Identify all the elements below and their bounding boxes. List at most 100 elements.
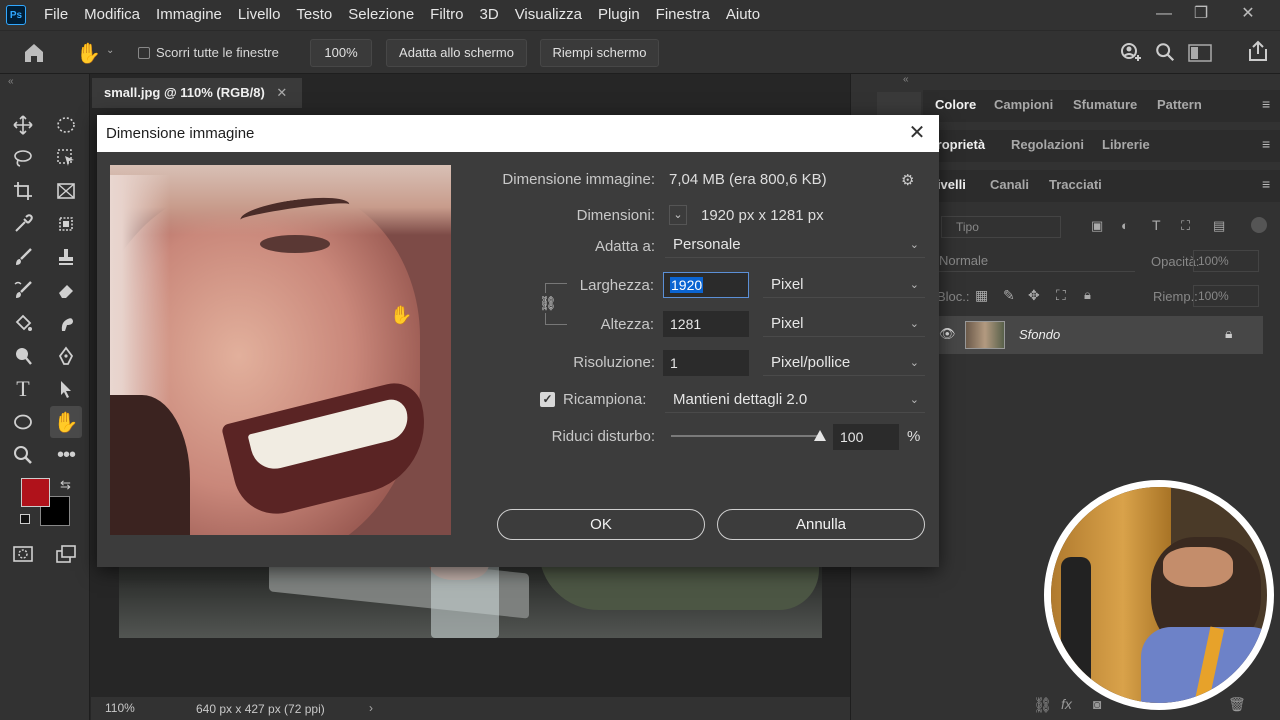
spot-heal-icon[interactable] (53, 211, 79, 237)
share-icon[interactable] (1246, 39, 1270, 63)
eraser-icon[interactable] (53, 277, 79, 303)
zoom-level[interactable]: 110% (105, 701, 135, 715)
more-tools-icon[interactable]: ••• (53, 442, 79, 468)
search-icon[interactable] (1154, 41, 1178, 65)
dodge-icon[interactable] (10, 343, 36, 369)
share-user-icon[interactable] (1118, 41, 1142, 65)
layer-name[interactable]: Sfondo (1019, 327, 1060, 342)
document-tab[interactable]: small.jpg @ 110% (RGB/8) ✕ (92, 78, 302, 108)
layer-filter-select[interactable]: Tipo (941, 216, 1061, 238)
photoshop-logo[interactable]: Ps (6, 5, 26, 25)
panel-menu-icon-2[interactable]: ≡ (1262, 136, 1270, 152)
ellipse-marquee-icon[interactable] (53, 112, 79, 138)
foreground-color-swatch[interactable] (21, 478, 50, 507)
lock-artboard-icon[interactable]: ⛶ (1056, 287, 1066, 304)
filter-smart-icon[interactable]: ▤ (1213, 218, 1225, 234)
swap-colors-icon[interactable]: ⇆ (60, 477, 71, 493)
link-icon[interactable]: ⛓ (539, 293, 557, 313)
path-select-icon[interactable] (53, 376, 79, 402)
ok-button[interactable]: OK (497, 509, 705, 540)
menu-visualizza[interactable]: Visualizza (507, 0, 590, 30)
filter-toggle[interactable] (1251, 217, 1267, 233)
tab-librerie[interactable]: Librerie (1102, 137, 1150, 152)
history-brush-icon[interactable] (10, 277, 36, 303)
menu-testo[interactable]: Testo (288, 0, 340, 30)
zoom-tool-icon[interactable] (10, 442, 36, 468)
crop-icon[interactable] (10, 178, 36, 204)
filter-image-icon[interactable]: ▣ (1091, 218, 1103, 234)
menu-3d[interactable]: 3D (472, 0, 507, 30)
paint-bucket-icon[interactable] (10, 310, 36, 336)
tab-pattern[interactable]: Pattern (1157, 97, 1202, 112)
chevron-right-icon[interactable]: › (369, 701, 373, 715)
panel-menu-icon[interactable]: ≡ (1262, 96, 1270, 112)
noise-input[interactable]: 100 (833, 424, 899, 450)
close-tab-icon[interactable]: ✕ (276, 85, 287, 100)
object-select-icon[interactable] (53, 145, 79, 171)
filter-shape-icon[interactable]: ⛶ (1181, 218, 1190, 234)
menu-finestra[interactable]: Finestra (648, 0, 718, 30)
tab-colore[interactable]: Colore (935, 97, 976, 112)
tab-canali[interactable]: Canali (990, 177, 1029, 192)
link-layers-icon[interactable]: ⛓ (1033, 696, 1052, 714)
default-colors-icon[interactable] (20, 514, 30, 524)
resample-checkbox[interactable]: ✓ (540, 392, 555, 407)
close-window-icon[interactable]: ✕ (1236, 3, 1260, 25)
layer-row[interactable]: 👁︎ Sfondo 🔒︎ (923, 316, 1263, 354)
frame-icon[interactable] (53, 178, 79, 204)
lasso-icon[interactable] (10, 145, 36, 171)
menu-file[interactable]: File (36, 0, 76, 30)
menu-plugin[interactable]: Plugin (590, 0, 648, 30)
layer-lock-icon[interactable]: 🔒︎ (1225, 325, 1232, 342)
lock-pixels-icon[interactable]: ▦ (975, 287, 988, 304)
move-tool-icon[interactable] (10, 112, 36, 138)
fill-screen-button[interactable]: Riempi schermo (540, 39, 659, 67)
lock-all-icon[interactable]: 🔒︎ (1084, 287, 1091, 303)
workspace-icon[interactable] (1188, 43, 1212, 63)
pen-icon[interactable] (53, 343, 79, 369)
panel-menu-icon-3[interactable]: ≡ (1262, 176, 1270, 192)
width-unit-select[interactable]: Pixel ⌄ (763, 274, 925, 298)
screen-mode-icon[interactable] (53, 541, 79, 567)
tab-sfumature[interactable]: Sfumature (1073, 97, 1137, 112)
home-icon[interactable] (22, 41, 48, 65)
lock-brush-icon[interactable]: ✎ (1003, 287, 1015, 304)
zoom-100-button[interactable]: 100% (310, 39, 372, 67)
ellipse-tool-icon[interactable] (10, 409, 36, 435)
menu-modifica[interactable]: Modifica (76, 0, 148, 30)
fit-screen-button[interactable]: Adatta allo schermo (386, 39, 527, 67)
collapse-panel-icon[interactable]: « (903, 74, 909, 85)
scroll-all-checkbox[interactable] (138, 47, 150, 59)
smudge-icon[interactable] (53, 310, 79, 336)
gear-icon[interactable]: ⚙︎ (901, 171, 914, 189)
menu-livello[interactable]: Livello (230, 0, 289, 30)
tab-tracciati[interactable]: Tracciati (1049, 177, 1102, 192)
preview-image[interactable]: ✋ (110, 165, 451, 535)
noise-slider-thumb[interactable] (814, 430, 826, 441)
fill-field[interactable]: 100% (1193, 285, 1259, 307)
close-icon[interactable]: ✕ (907, 123, 927, 143)
noise-slider-track[interactable] (671, 435, 821, 437)
brush-icon[interactable] (10, 244, 36, 270)
chevron-down-icon[interactable]: ⌄ (106, 45, 114, 56)
quick-mask-icon[interactable] (10, 541, 36, 567)
collapse-icon[interactable]: « (8, 76, 14, 87)
minimize-icon[interactable]: — (1152, 3, 1176, 25)
opacity-field[interactable]: 100% (1193, 250, 1259, 272)
lock-position-icon[interactable]: ✥ (1028, 287, 1040, 304)
hand-tool-icon[interactable]: ✋ (76, 41, 101, 65)
resolution-input[interactable]: 1 (663, 350, 749, 376)
menu-selezione[interactable]: Selezione (340, 0, 422, 30)
hand-tool-active-icon[interactable]: ✋ (50, 406, 82, 438)
eyedropper-icon[interactable] (10, 211, 36, 237)
dimensions-unit-toggle[interactable]: ⌄ (669, 205, 687, 225)
menu-filtro[interactable]: Filtro (422, 0, 471, 30)
tab-regolazioni[interactable]: Regolazioni (1011, 137, 1084, 152)
fit-to-select[interactable]: Personale ⌄ (665, 234, 925, 258)
height-unit-select[interactable]: Pixel ⌄ (763, 313, 925, 337)
width-input[interactable]: 1920 (663, 272, 749, 298)
tab-campioni[interactable]: Campioni (994, 97, 1053, 112)
resolution-unit-select[interactable]: Pixel/pollice ⌄ (763, 352, 925, 376)
restore-icon[interactable]: ❐ (1189, 3, 1213, 25)
filter-adjustment-icon[interactable]: ◐ (1121, 218, 1129, 233)
